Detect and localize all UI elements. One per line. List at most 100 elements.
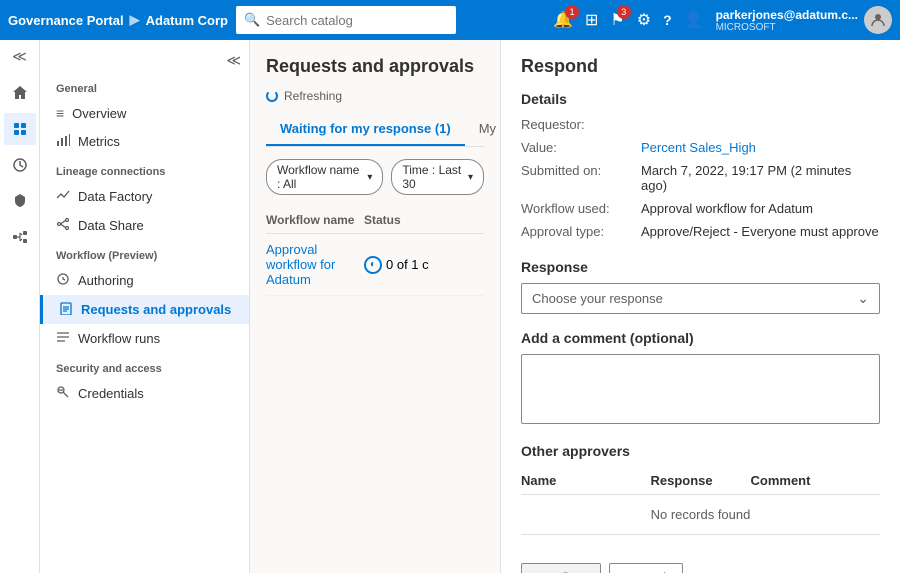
iconbar-governance[interactable] bbox=[4, 185, 36, 217]
page-area: Requests and approvals Refreshing Waitin… bbox=[250, 40, 900, 573]
status-cell: ◐ 0 of 1 c bbox=[364, 256, 484, 274]
sidebar-item-label: Credentials bbox=[78, 386, 144, 401]
approvers-section: Other approvers Name Response Comment No… bbox=[521, 443, 880, 535]
user-info: parkerjones@adatum.c... MICROSOFT bbox=[716, 6, 892, 34]
search-input[interactable] bbox=[266, 13, 448, 28]
notification-icon[interactable]: 🔔 1 bbox=[553, 10, 573, 30]
sidebar-item-data-factory[interactable]: Data Factory bbox=[40, 182, 249, 211]
sidebar-item-workflow-runs[interactable]: Workflow runs bbox=[40, 324, 249, 353]
details-title: Details bbox=[521, 91, 880, 107]
iconbar-insights[interactable] bbox=[4, 149, 36, 181]
filter-time[interactable]: Time : Last 30 ▾ bbox=[391, 159, 484, 195]
detail-label-requestor: Requestor: bbox=[521, 117, 641, 132]
no-records-label: No records found bbox=[521, 495, 880, 535]
status-value: 0 of 1 c bbox=[386, 257, 429, 272]
tabs-bar: Waiting for my response (1) My pending bbox=[266, 113, 484, 147]
workflow-runs-icon bbox=[56, 330, 70, 347]
help-icon[interactable]: ? bbox=[663, 12, 672, 28]
col-workflow-name: Workflow name bbox=[266, 213, 364, 227]
sidebar-item-label: Overview bbox=[72, 106, 126, 121]
requests-icon bbox=[59, 301, 73, 318]
col-approver-comment: Comment bbox=[751, 473, 881, 488]
apps-icon[interactable]: ⊞ bbox=[585, 10, 598, 30]
sidebar-item-requests-approvals[interactable]: Requests and approvals bbox=[40, 295, 249, 324]
refreshing-label: Refreshing bbox=[284, 89, 342, 103]
detail-label-workflow-used: Workflow used: bbox=[521, 201, 641, 216]
iconbar-workflow[interactable] bbox=[4, 221, 36, 253]
detail-row-value: Value: Percent Sales_High bbox=[521, 140, 880, 155]
sidebar-collapse-button[interactable]: ≪ bbox=[226, 52, 241, 69]
tab-pending[interactable]: My pending bbox=[465, 113, 500, 146]
detail-label-approval-type: Approval type: bbox=[521, 224, 641, 239]
person-icon[interactable]: 👤 bbox=[684, 10, 704, 30]
detail-value-workflow-used: Approval workflow for Adatum bbox=[641, 201, 880, 216]
org-name: Adatum Corp bbox=[146, 13, 228, 28]
col-status: Status bbox=[364, 213, 484, 227]
refreshing-status: Refreshing bbox=[266, 89, 484, 103]
main-content: Requests and approvals Refreshing Waitin… bbox=[250, 40, 900, 573]
response-section: Response Choose your response ⌄ bbox=[521, 259, 880, 314]
confirm-button[interactable]: Confirm bbox=[521, 563, 601, 573]
alert-icon[interactable]: ⚑ 3 bbox=[610, 10, 624, 30]
table-row: Approval workflow for Adatum ◐ 0 of 1 c bbox=[266, 234, 484, 296]
respond-panel: Respond Details Requestor: Value: Percen… bbox=[500, 40, 900, 573]
filter-workflow-name[interactable]: Workflow name : All ▾ bbox=[266, 159, 383, 195]
detail-row-approval-type: Approval type: Approve/Reject - Everyone… bbox=[521, 224, 880, 239]
portal-name: Governance Portal bbox=[8, 13, 124, 28]
icon-bar: ≪ bbox=[0, 40, 40, 573]
top-navigation: Governance Portal ▶ Adatum Corp 🔍 🔔 1 ⊞ … bbox=[0, 0, 900, 40]
approvers-title: Other approvers bbox=[521, 443, 880, 459]
sidebar: ≪ General ≡ Overview Metrics Lineage con… bbox=[40, 40, 250, 573]
status-icon: ◐ bbox=[364, 256, 382, 274]
response-dropdown[interactable]: Choose your response ⌄ bbox=[521, 283, 880, 314]
authoring-icon bbox=[56, 272, 70, 289]
settings-icon[interactable]: ⚙ bbox=[637, 10, 651, 30]
sidebar-item-metrics[interactable]: Metrics bbox=[40, 127, 249, 156]
notification-badge: 1 bbox=[565, 5, 579, 19]
details-section: Details Requestor: Value: Percent Sales_… bbox=[521, 91, 880, 239]
comment-section: Add a comment (optional) bbox=[521, 330, 880, 427]
search-bar[interactable]: 🔍 bbox=[236, 6, 456, 34]
detail-value-approval-type: Approve/Reject - Everyone must approve bbox=[641, 224, 880, 239]
brand-logo: Governance Portal ▶ Adatum Corp bbox=[8, 12, 228, 28]
sidebar-item-authoring[interactable]: Authoring bbox=[40, 266, 249, 295]
left-panel: Requests and approvals Refreshing Waitin… bbox=[250, 40, 500, 573]
user-name: parkerjones@adatum.c... bbox=[716, 8, 858, 22]
sidebar-item-overview[interactable]: ≡ Overview bbox=[40, 99, 249, 127]
tab-waiting[interactable]: Waiting for my response (1) bbox=[266, 113, 465, 146]
table-header: Workflow name Status bbox=[266, 207, 484, 234]
response-label: Response bbox=[521, 259, 880, 275]
respond-title: Respond bbox=[521, 56, 880, 77]
credentials-icon bbox=[56, 385, 70, 402]
workflow-link[interactable]: Approval workflow for Adatum bbox=[266, 242, 364, 287]
detail-value-value[interactable]: Percent Sales_High bbox=[641, 140, 880, 155]
detail-value-submitted: March 7, 2022, 19:17 PM (2 minutes ago) bbox=[641, 163, 880, 193]
avatar[interactable] bbox=[864, 6, 892, 34]
overview-icon: ≡ bbox=[56, 105, 64, 121]
comment-textarea[interactable] bbox=[521, 354, 880, 424]
section-label-security: Security and access bbox=[40, 353, 249, 379]
approvers-table-header: Name Response Comment bbox=[521, 467, 880, 495]
collapse-button[interactable]: ≪ bbox=[12, 48, 27, 65]
cancel-button[interactable]: Cancel bbox=[609, 563, 683, 573]
sidebar-item-data-share[interactable]: Data Share bbox=[40, 211, 249, 240]
search-icon: 🔍 bbox=[244, 12, 260, 28]
detail-row-requestor: Requestor: bbox=[521, 117, 880, 132]
iconbar-home[interactable] bbox=[4, 77, 36, 109]
col-approver-name: Name bbox=[521, 473, 651, 488]
col-approver-response: Response bbox=[651, 473, 751, 488]
alert-badge: 3 bbox=[617, 5, 631, 19]
filter-workflow-label: Workflow name : All bbox=[277, 163, 363, 191]
detail-label-value: Value: bbox=[521, 140, 641, 155]
page-title: Requests and approvals bbox=[266, 56, 484, 77]
section-label-workflow: Workflow (Preview) bbox=[40, 240, 249, 266]
user-org: MICROSOFT bbox=[716, 22, 858, 33]
sidebar-item-credentials[interactable]: Credentials bbox=[40, 379, 249, 408]
dropdown-chevron-icon: ⌄ bbox=[857, 290, 869, 307]
iconbar-catalog[interactable] bbox=[4, 113, 36, 145]
sidebar-item-label: Workflow runs bbox=[78, 331, 160, 346]
detail-row-workflow-used: Workflow used: Approval workflow for Ada… bbox=[521, 201, 880, 216]
sidebar-item-label: Metrics bbox=[78, 134, 120, 149]
section-label-lineage: Lineage connections bbox=[40, 156, 249, 182]
nav-icons: 🔔 1 ⊞ ⚑ 3 ⚙ ? 👤 parkerjones@adatum.c... … bbox=[553, 6, 892, 34]
